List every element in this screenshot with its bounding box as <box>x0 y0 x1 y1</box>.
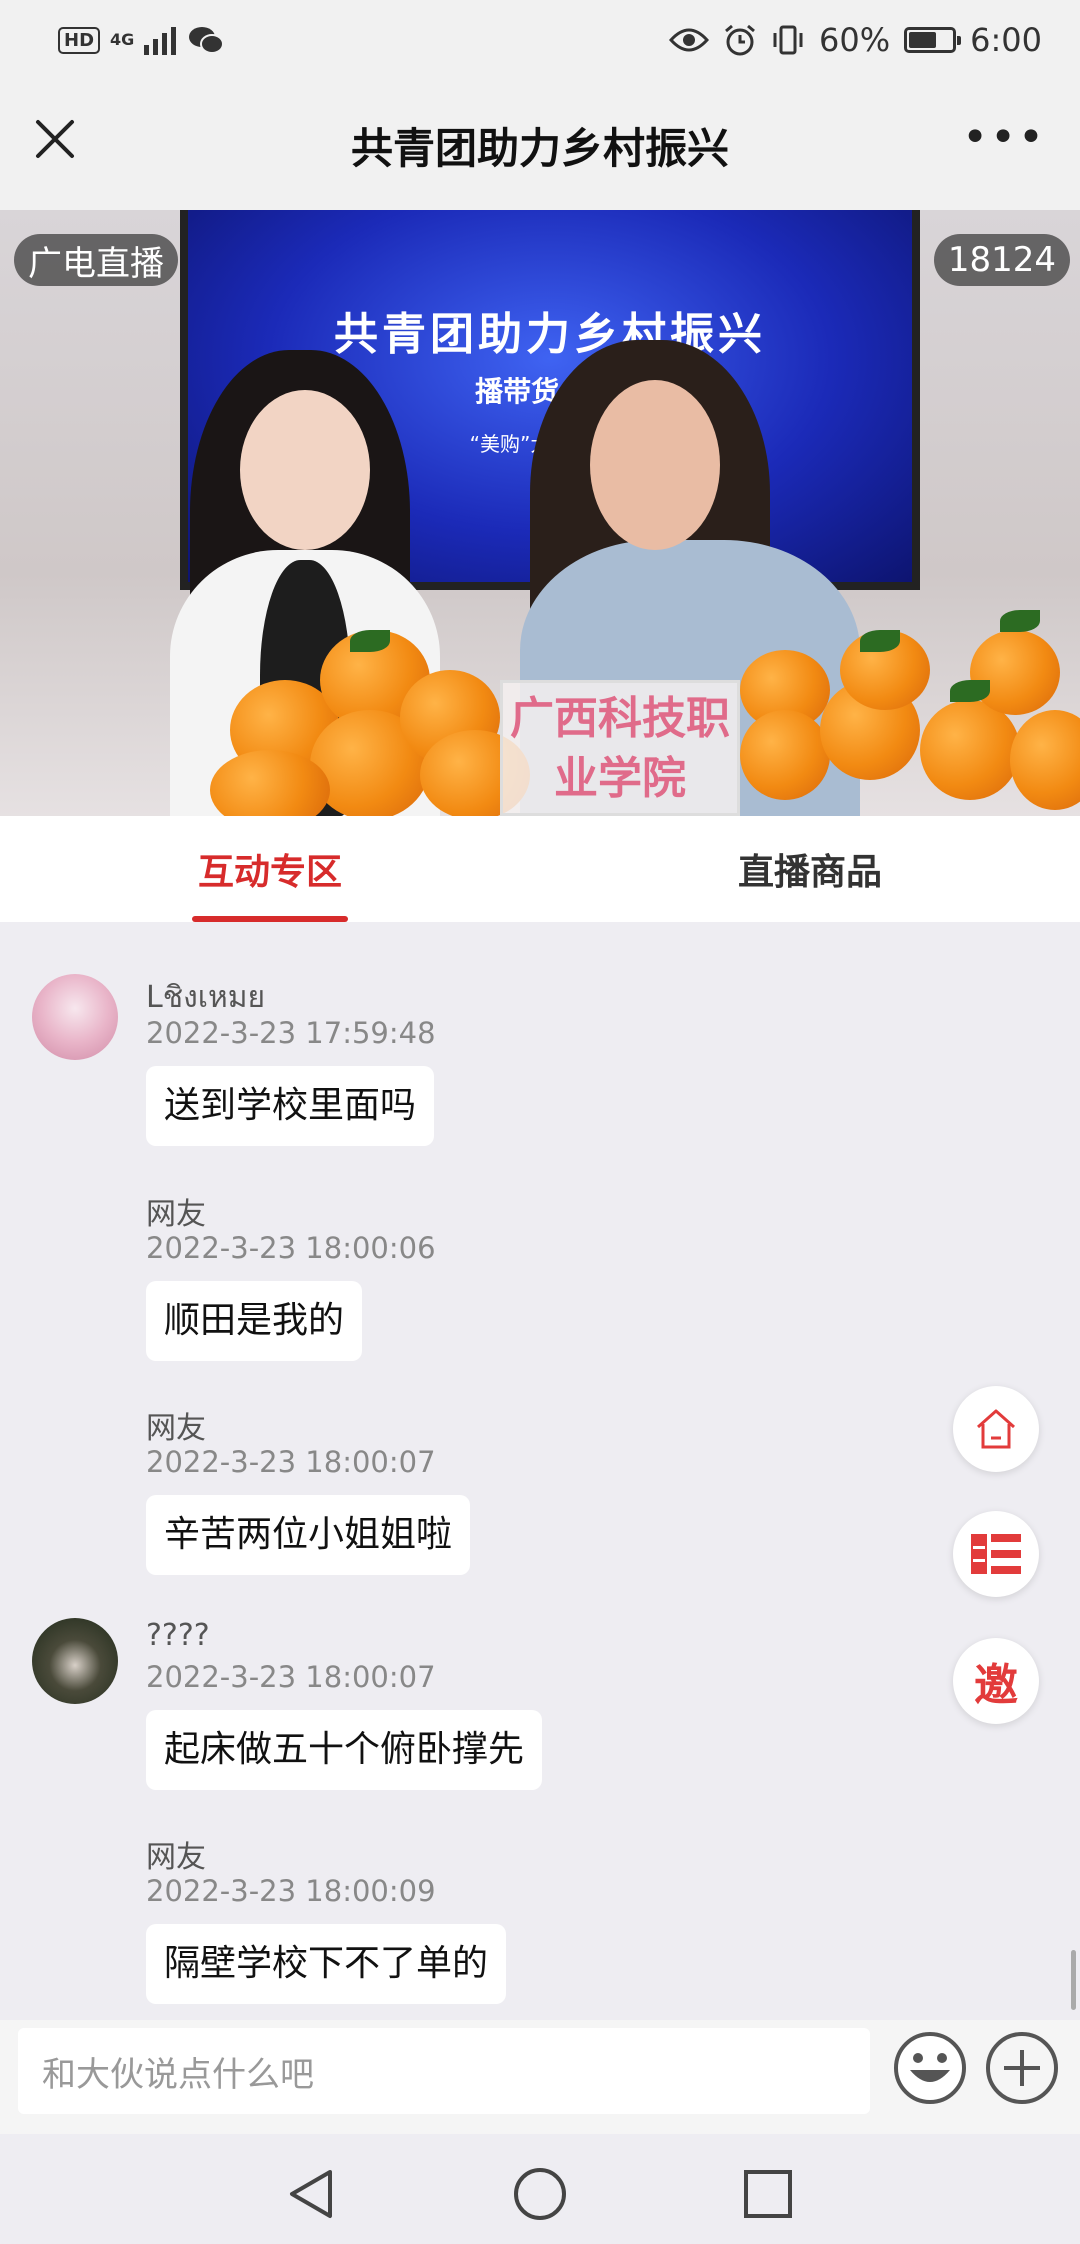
tab-live-products[interactable]: 直播商品 <box>540 816 1080 922</box>
alarm-icon <box>725 24 755 56</box>
invite-button[interactable]: 邀 <box>953 1638 1039 1724</box>
status-bar: HD 4G 60% 6:00 <box>0 0 1080 80</box>
emoji-icon[interactable] <box>892 2030 968 2106</box>
viewer-count-badge: 18124 <box>933 234 1070 286</box>
avatar[interactable] <box>32 1618 118 1704</box>
wechat-icon <box>189 27 225 54</box>
status-left: HD 4G <box>58 25 225 55</box>
leaf <box>950 680 990 702</box>
recents-icon[interactable] <box>738 2164 798 2224</box>
signal-icon <box>144 27 177 55</box>
page-title: 共青团助力乡村振兴 <box>350 123 729 173</box>
orange <box>740 710 830 800</box>
message-author: 网友 <box>146 1197 206 1232</box>
list-button[interactable] <box>953 1511 1039 1597</box>
home-circle-icon[interactable] <box>510 2164 570 2224</box>
avatar[interactable] <box>32 974 118 1060</box>
message-time: 2022-3-23 18:00:07 <box>146 1660 436 1694</box>
home-button[interactable] <box>953 1386 1039 1472</box>
chat-list[interactable]: Lชิงเหมย 2022-3-23 17:59:48 送到学校里面吗 网友 2… <box>0 922 1080 2020</box>
battery-icon <box>904 27 962 53</box>
more-options-icon[interactable]: ••• <box>962 116 1046 160</box>
list-icon <box>971 1534 1021 1574</box>
status-right: 60% 6:00 <box>669 21 1042 59</box>
message-time: 2022-3-23 18:00:09 <box>146 1874 436 1908</box>
message-bubble: 隔壁学校下不了单的 <box>146 1924 507 2004</box>
hd-indicator: HD <box>58 26 101 54</box>
message-time: 2022-3-23 18:00:07 <box>146 1445 436 1479</box>
message-bubble: 送到学校里面吗 <box>146 1066 435 1146</box>
battery-text: 60% <box>819 21 891 59</box>
message-author: 网友 <box>146 1840 206 1875</box>
message-author: Lชิงเหมย <box>146 980 266 1015</box>
message-author: ???? <box>146 1618 210 1653</box>
live-video[interactable]: 共青团助力乡村振兴 播带货 助农 “美购”大型电商直 广西科技职业学院 广电直播… <box>0 210 1080 816</box>
orange <box>970 630 1060 715</box>
message-time: 2022-3-23 17:59:48 <box>146 1016 436 1050</box>
home-icon <box>977 1409 1015 1449</box>
vibrate-icon <box>773 25 803 55</box>
system-nav-bar <box>0 2134 1080 2244</box>
message-bubble: 起床做五十个俯卧撑先 <box>146 1710 543 1790</box>
message-bubble: 顺田是我的 <box>146 1281 363 1361</box>
broadcast-source-badge: 广电直播 <box>14 234 178 286</box>
chat-scrollbar[interactable] <box>1071 1950 1076 2010</box>
orange <box>920 700 1020 800</box>
network-indicator: 4G <box>110 30 135 49</box>
clock: 6:00 <box>970 21 1042 59</box>
tab-bar: 互动专区 直播商品 <box>0 816 1080 922</box>
host-left-face <box>240 390 370 550</box>
leaf <box>1000 610 1040 632</box>
school-sign: 广西科技职业学院 <box>500 680 740 816</box>
comment-input[interactable]: 和大伙说点什么吧 <box>18 2028 870 2114</box>
title-bar: 共青团助力乡村振兴 ••• <box>0 80 1080 210</box>
back-icon[interactable] <box>282 2164 342 2224</box>
battery-fill <box>909 32 936 48</box>
host-right-face <box>590 380 720 550</box>
eye-icon <box>669 28 710 52</box>
leaf <box>350 630 390 652</box>
message-bubble: 辛苦两位小姐姐啦 <box>146 1495 471 1575</box>
comment-bar: 和大伙说点什么吧 <box>0 2020 1080 2134</box>
orange <box>1010 710 1080 810</box>
leaf <box>860 630 900 652</box>
message-time: 2022-3-23 18:00:06 <box>146 1231 436 1265</box>
plus-icon[interactable] <box>984 2030 1060 2106</box>
message-author: 网友 <box>146 1411 206 1446</box>
tab-interaction[interactable]: 互动专区 <box>0 816 540 922</box>
close-icon[interactable] <box>30 114 80 164</box>
